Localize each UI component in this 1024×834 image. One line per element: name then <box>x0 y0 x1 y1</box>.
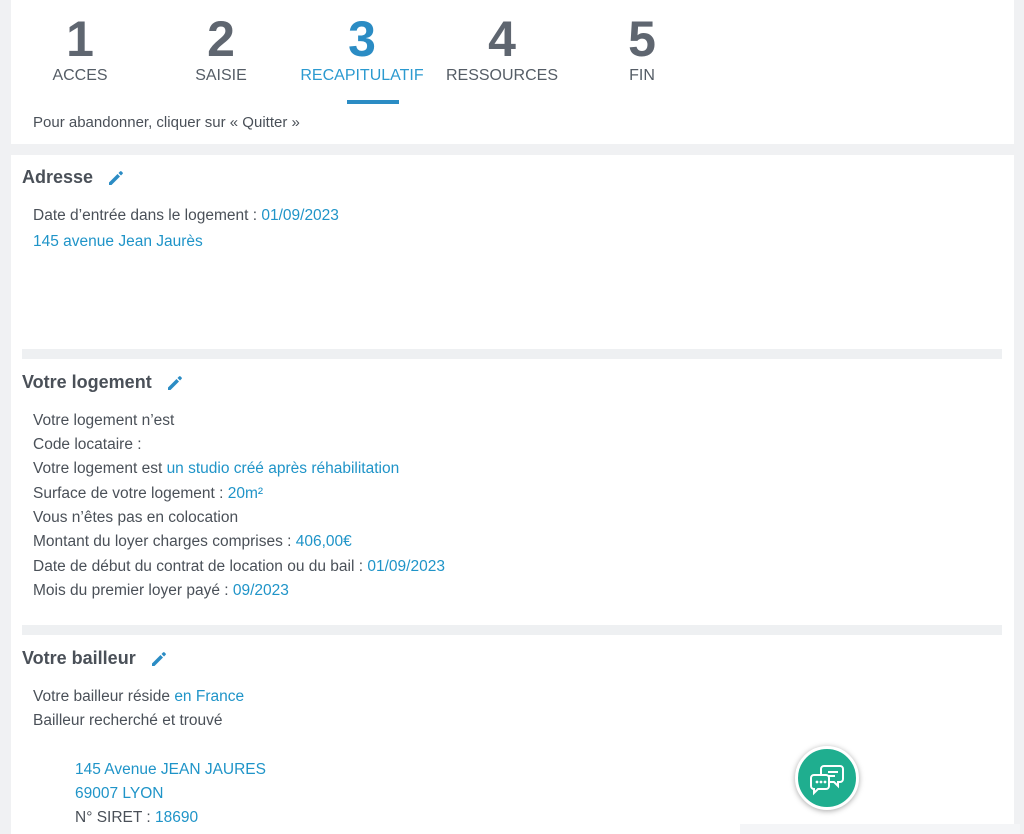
logement-title: Votre logement <box>22 372 152 392</box>
siret-value: 18690 <box>154 809 199 826</box>
logement-type-value: un studio créé après réhabilitation <box>166 460 400 477</box>
loyer-line: Montant du loyer charges comprises : 406… <box>33 532 352 552</box>
premier-loyer-label: Mois du premier loyer payé : <box>33 582 233 599</box>
logement-type-line: Votre logement est un studio créé après … <box>33 459 399 479</box>
step-number: 5 <box>628 11 656 67</box>
chat-button[interactable] <box>795 746 859 810</box>
bail-date-value: 01/09/2023 <box>367 558 445 575</box>
recap-panel: Adresse Date d’entrée dans le logement :… <box>11 155 1014 834</box>
siret-line: N° SIRET : 18690 <box>75 808 198 828</box>
section-divider <box>22 625 1002 635</box>
step-acces[interactable]: 1 ACCES <box>15 10 145 86</box>
section-title-bailleur: Votre bailleur <box>22 648 168 669</box>
stepper-panel: 1 ACCES 2 SAISIE 3 RECAPITULATIF 4 RESSO… <box>11 0 1014 144</box>
bail-date-line: Date de début du contrat de location ou … <box>33 557 445 577</box>
code-locataire-line: Code locataire : <box>33 436 142 453</box>
step-saisie[interactable]: 2 SAISIE <box>156 10 286 86</box>
active-step-indicator <box>347 100 399 104</box>
section-divider <box>22 349 1002 359</box>
premier-loyer-value: 09/2023 <box>232 582 289 599</box>
adresse-title: Adresse <box>22 167 94 187</box>
step-number: 3 <box>348 11 376 67</box>
siret-label: N° SIRET : <box>75 809 155 826</box>
step-label: RESSOURCES <box>445 67 559 84</box>
bailleur-title: Votre bailleur <box>22 648 136 668</box>
logement-type-label: Votre logement est <box>33 460 167 477</box>
step-ressources[interactable]: 4 RESSOURCES <box>437 10 567 86</box>
surface-value: 20m² <box>227 485 264 502</box>
step-recapitulatif[interactable]: 3 RECAPITULATIF <box>297 10 427 86</box>
loyer-label: Montant du loyer charges comprises : <box>33 533 296 550</box>
bailleur-residence-line: Votre bailleur réside en France <box>33 687 244 707</box>
bail-date-label: Date de début du contrat de location ou … <box>33 558 368 575</box>
bailleur-address-line1: 145 Avenue JEAN JAURES <box>75 761 266 778</box>
step-fin[interactable]: 5 FIN <box>577 10 707 86</box>
colocation-line: Vous n’êtes pas en colocation <box>33 509 239 526</box>
step-label: SAISIE <box>195 67 247 84</box>
entry-date-value: 01/09/2023 <box>261 207 339 224</box>
chat-bubbles-icon <box>810 765 844 796</box>
entry-date-line: Date d’entrée dans le logement : 01/09/2… <box>33 206 339 226</box>
surface-line: Surface de votre logement : 20m² <box>33 484 263 504</box>
pencil-icon[interactable] <box>150 650 168 668</box>
bailleur-residence-value: en France <box>174 688 245 705</box>
step-number: 4 <box>488 11 516 67</box>
step-label: RECAPITULATIF <box>300 67 424 84</box>
premier-loyer-line: Mois du premier loyer payé : 09/2023 <box>33 581 289 601</box>
bailleur-address-line2: 69007 LYON <box>75 785 164 802</box>
step-number: 1 <box>66 11 94 67</box>
entry-date-label: Date d’entrée dans le logement : <box>33 207 262 224</box>
loyer-value: 406,00€ <box>295 533 352 550</box>
step-number: 2 <box>207 11 235 67</box>
footer-shadow <box>740 824 1020 834</box>
section-title-adresse: Adresse <box>22 167 125 188</box>
bailleur-found-line: Bailleur recherché et trouvé <box>33 712 223 729</box>
pencil-icon[interactable] <box>107 169 125 187</box>
step-label: FIN <box>629 67 655 84</box>
pencil-icon[interactable] <box>166 374 184 392</box>
address-line: 145 avenue Jean Jaurès <box>33 233 203 250</box>
step-label: ACCES <box>52 67 108 84</box>
bailleur-residence-label: Votre bailleur réside <box>33 688 175 705</box>
section-title-logement: Votre logement <box>22 372 184 393</box>
quit-instruction: Pour abandonner, cliquer sur « Quitter » <box>33 114 300 131</box>
surface-label: Surface de votre logement : <box>33 485 228 502</box>
logement-status-line: Votre logement n’est <box>33 412 175 429</box>
